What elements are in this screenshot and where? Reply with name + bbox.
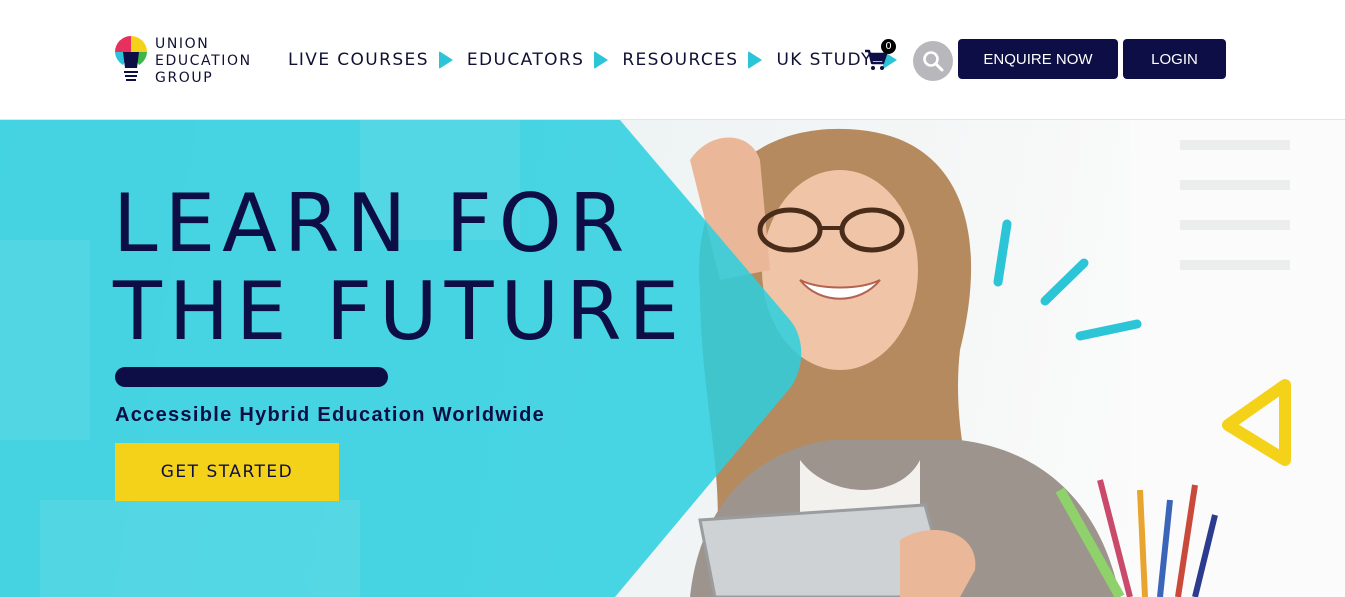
brand-logo[interactable]: UNION EDUCATION GROUP [113,34,263,88]
hero-banner: LEARN FOR THE FUTURE Accessible Hybrid E… [0,120,1345,597]
play-arrow-icon [748,51,763,69]
cart-button[interactable]: 0 [864,39,896,74]
logo-line-3: GROUP [155,70,214,86]
hero-title: LEARN FOR THE FUTURE [113,180,686,356]
nav-item-live-courses[interactable]: LIVE COURSES [288,50,453,70]
nav-item-educators[interactable]: EDUCATORS [466,50,609,70]
hero-divider-bar [115,367,388,387]
play-arrow-icon [438,51,453,69]
nav-item-resources[interactable]: RESOURCES [622,50,763,70]
logo-line-1: UNION [155,36,210,52]
lightbulb-icon [115,36,147,81]
nav-item-label: LIVE COURSES [288,50,429,70]
logo-wordmark: UNION EDUCATION GROUP [155,36,252,87]
enquire-now-button[interactable]: ENQUIRE NOW [958,39,1118,79]
nav-item-label: RESOURCES [622,50,739,70]
play-arrow-icon [594,51,609,69]
hero-title-line-1: LEARN FOR [113,177,632,270]
nav-item-label: UK STUDY [776,50,873,70]
site-header: UNION EDUCATION GROUP LIVE COURSES EDUCA… [0,0,1345,120]
get-started-button[interactable]: GET STARTED [115,443,339,501]
login-button[interactable]: LOGIN [1123,39,1226,79]
main-nav: LIVE COURSES EDUCATORS RESOURCES UK STUD… [288,44,911,76]
search-button[interactable] [913,41,953,81]
hero-title-line-2: THE FUTURE [113,265,687,358]
cart-count-badge: 0 [881,39,896,54]
search-icon [923,51,944,72]
hero-subtitle: Accessible Hybrid Education Worldwide [115,404,546,426]
logo-line-2: EDUCATION [155,53,252,69]
nav-item-label: EDUCATORS [466,50,585,70]
